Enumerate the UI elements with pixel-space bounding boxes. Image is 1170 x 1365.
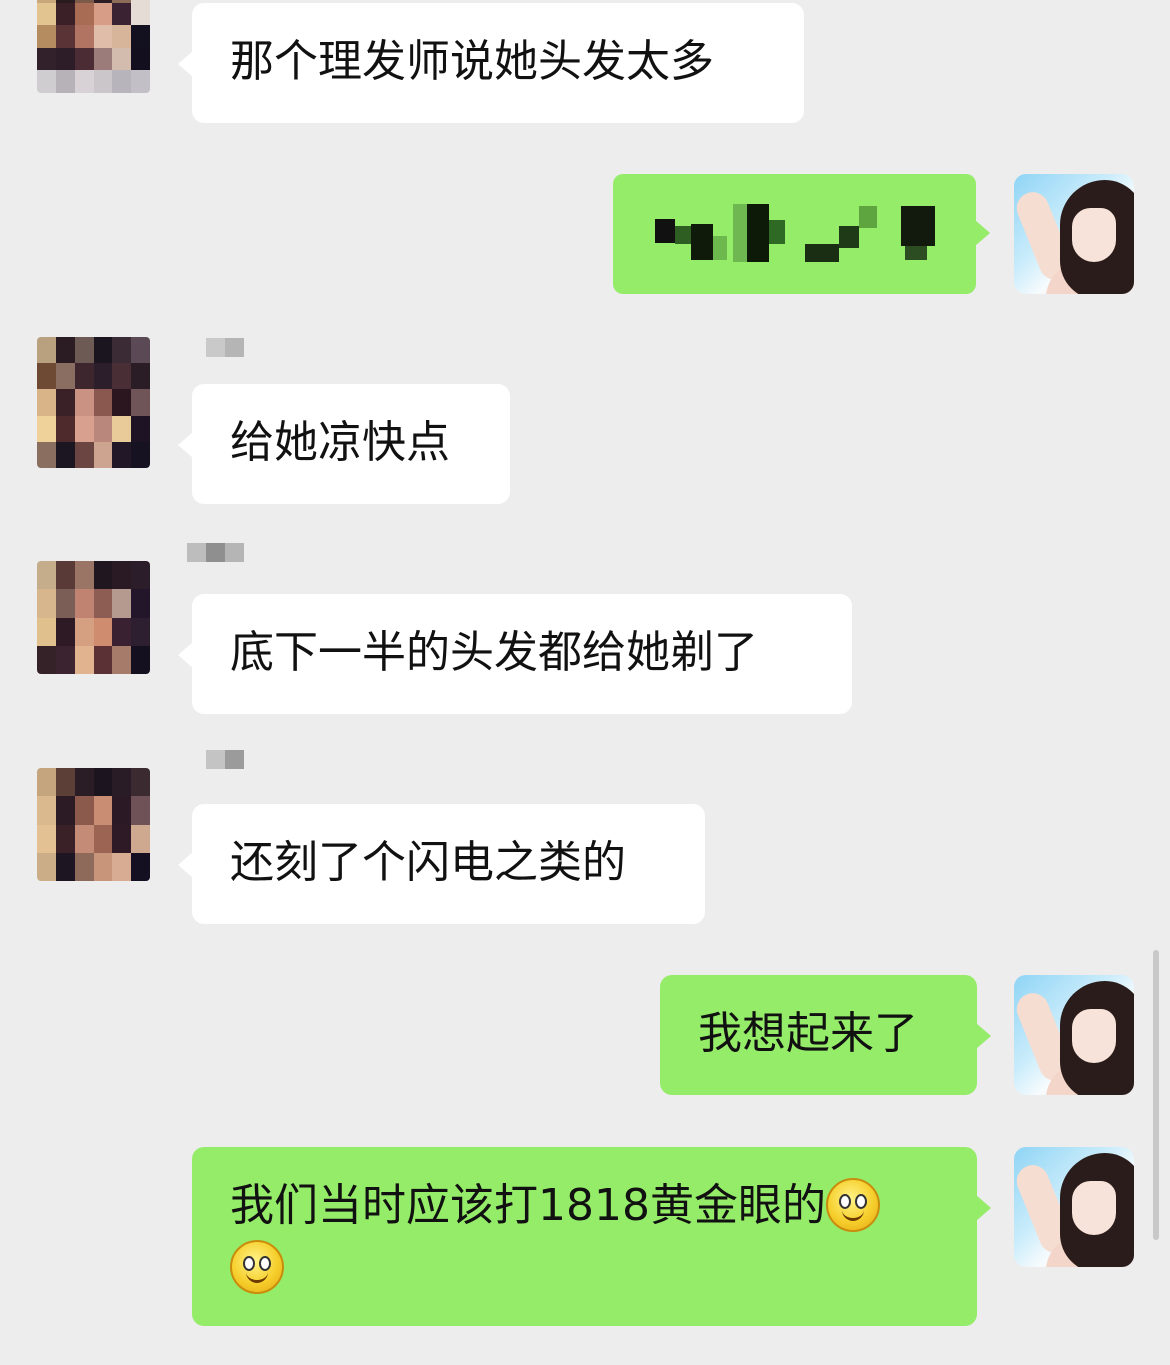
obscured-text-block bbox=[769, 220, 785, 244]
scrollbar[interactable] bbox=[1153, 950, 1159, 1240]
obscured-text-block bbox=[675, 226, 691, 244]
obscured-text-block bbox=[691, 224, 713, 260]
message-bubble-outgoing[interactable]: 我想起来了 bbox=[660, 975, 991, 1095]
contact-nickname-obscured bbox=[206, 338, 244, 357]
obscured-text-block bbox=[747, 204, 769, 262]
self-avatar[interactable] bbox=[1014, 1147, 1134, 1267]
obscured-text-block bbox=[859, 206, 877, 228]
obscured-text-block bbox=[733, 204, 747, 262]
message-bubble-outgoing[interactable]: 我们当时应该打1818黄金眼的 bbox=[192, 1147, 991, 1326]
message-bubble-incoming[interactable]: 底下一半的头发都给她剃了 bbox=[178, 594, 852, 714]
contact-nickname-obscured bbox=[187, 543, 244, 562]
obscured-text-block bbox=[901, 206, 935, 246]
contact-avatar[interactable] bbox=[37, 561, 150, 674]
message-text: 还刻了个闪电之类的 bbox=[230, 837, 626, 888]
contact-avatar[interactable] bbox=[37, 768, 150, 881]
message-text: 那个理发师说她头发太多 bbox=[230, 36, 714, 87]
contact-avatar[interactable] bbox=[37, 337, 150, 468]
message-bubble-incoming[interactable]: 给她凉快点 bbox=[178, 384, 510, 504]
obscured-text-block bbox=[655, 219, 675, 243]
obscured-text-block bbox=[713, 236, 727, 260]
self-avatar[interactable] bbox=[1014, 975, 1134, 1095]
message-text: 我们当时应该打1818黄金眼的 bbox=[230, 1180, 826, 1231]
smiley-emoji-icon bbox=[825, 1178, 880, 1232]
self-avatar[interactable] bbox=[1014, 174, 1134, 294]
message-bubble-incoming[interactable]: 还刻了个闪电之类的 bbox=[178, 804, 705, 924]
message-bubble-outgoing-obscured[interactable] bbox=[613, 174, 990, 294]
message-text: 我想起来了 bbox=[698, 1008, 918, 1059]
obscured-text-block bbox=[839, 226, 859, 248]
contact-nickname-obscured bbox=[206, 750, 244, 769]
obscured-text-block bbox=[805, 244, 839, 262]
obscured-text-block bbox=[905, 246, 927, 260]
message-text: 给她凉快点 bbox=[230, 417, 450, 468]
message-bubble-incoming[interactable]: 那个理发师说她头发太多 bbox=[178, 3, 804, 123]
contact-avatar[interactable] bbox=[37, 0, 150, 93]
message-text: 底下一半的头发都给她剃了 bbox=[230, 627, 758, 678]
smiley-emoji-icon bbox=[230, 1240, 284, 1294]
